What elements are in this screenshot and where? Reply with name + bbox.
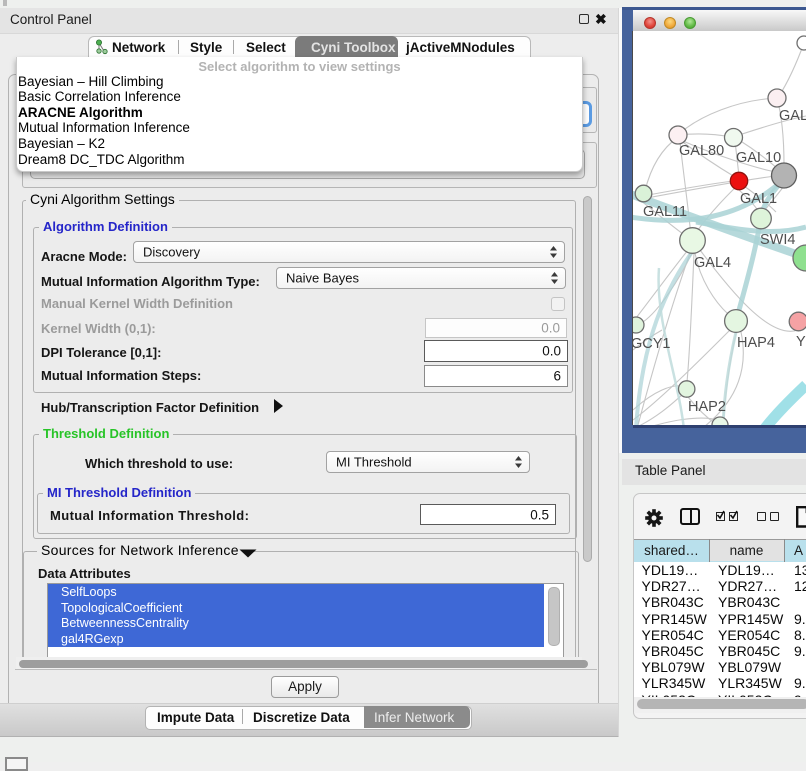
svg-text:GAL10: GAL10 xyxy=(736,150,781,166)
svg-text:HAP2: HAP2 xyxy=(688,399,726,415)
svg-text:GAL7: GAL7 xyxy=(779,108,806,124)
svg-text:GAL11: GAL11 xyxy=(643,204,687,220)
svg-text:GCY1: GCY1 xyxy=(633,336,671,352)
svg-text:SWI4: SWI4 xyxy=(760,232,795,248)
svg-text:Y: Y xyxy=(796,334,806,350)
svg-text:HAP4: HAP4 xyxy=(737,335,775,351)
svg-text:GAL1: GAL1 xyxy=(740,191,777,207)
svg-text:GAL4: GAL4 xyxy=(694,255,731,271)
svg-text:GAL80: GAL80 xyxy=(679,143,724,159)
